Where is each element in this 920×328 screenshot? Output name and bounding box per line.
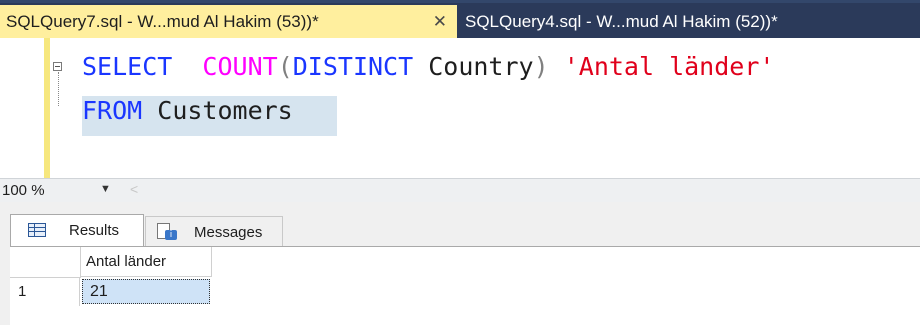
column-country: Country — [413, 52, 534, 81]
chevron-down-icon[interactable]: ▼ — [100, 183, 111, 195]
tab-label: SQLQuery7.sql - W...mud Al Hakim (53))* — [6, 12, 319, 31]
change-tracking-bar — [44, 38, 50, 178]
tab-results-label: Results — [69, 222, 120, 239]
keyword-distinct: DISTINCT — [292, 52, 414, 81]
close-icon[interactable]: ✕ — [433, 5, 447, 38]
query-editor[interactable]: SELECT COUNT(DISTINCT Country) 'Antal lä… — [0, 38, 920, 178]
row-header-corner[interactable] — [10, 247, 81, 278]
keyword-select: SELECT — [82, 52, 173, 81]
tab-sqlquery7[interactable]: SQLQuery7.sql - W...mud Al Hakim (53))* … — [0, 5, 457, 38]
code-line-1: SELECT COUNT(DISTINCT Country) 'Antal lä… — [82, 52, 774, 81]
row-number[interactable]: 1 — [10, 278, 80, 306]
code-line-2: FROM Customers — [82, 96, 293, 125]
paren-close: ) — [533, 52, 549, 81]
function-count: COUNT — [202, 52, 278, 81]
table-customers: Customers — [142, 96, 293, 125]
tab-messages[interactable]: i Messages — [145, 216, 283, 248]
zoom-level[interactable]: 100 % — [2, 182, 45, 199]
keyword-from: FROM — [82, 96, 143, 125]
fold-guide — [58, 72, 60, 106]
tab-results[interactable]: Results — [10, 214, 144, 246]
scroll-left-icon[interactable]: < — [130, 181, 138, 197]
results-grid[interactable]: Antal länder 1 21 — [10, 246, 920, 328]
messages-icon: i — [157, 223, 177, 241]
tab-messages-label: Messages — [194, 224, 263, 241]
editor-status-bar: 100 % ▼ < — [0, 178, 920, 202]
result-cell[interactable]: 21 — [82, 279, 210, 304]
collapse-icon[interactable] — [53, 62, 62, 71]
paren-open: ( — [277, 52, 293, 81]
tab-label: SQLQuery4.sql - W...mud Al Hakim (52))* — [465, 12, 778, 31]
results-pane: Results i Messages Antal länder 1 21 — [0, 202, 920, 328]
column-header[interactable]: Antal länder — [80, 247, 212, 277]
document-tab-strip: SQLQuery7.sql - W...mud Al Hakim (53))* … — [0, 0, 920, 38]
tab-sqlquery4[interactable]: SQLQuery4.sql - W...mud Al Hakim (52))* — [457, 5, 920, 38]
grid-icon — [28, 223, 46, 237]
string-alias: 'Antal länder' — [563, 52, 775, 81]
